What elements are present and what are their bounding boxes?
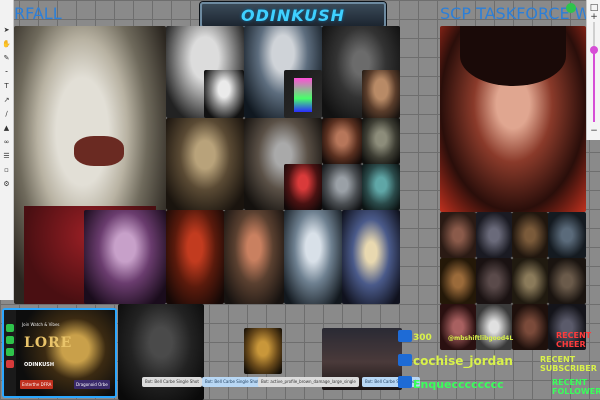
widget-status-icon	[6, 324, 14, 332]
image-steampunk-face[interactable]	[322, 164, 362, 210]
image-right-grid-10[interactable]	[476, 304, 512, 350]
image-right-grid-9[interactable]	[440, 304, 476, 350]
zoom-out-icon[interactable]: −	[589, 126, 599, 136]
donation-icon	[398, 376, 412, 388]
stream-overlay-widget[interactable]: Join Watch & Vibes LORE ODINKUSH Enterth…	[2, 308, 117, 398]
brush-icon[interactable]: ⁃	[2, 68, 12, 76]
alien-mouth	[74, 136, 124, 166]
zoom-slider-thumb[interactable]	[590, 46, 598, 54]
widget-status-icon	[6, 336, 14, 344]
stream-canvas: { "header": { "title": "ODINKUSH", "left…	[0, 0, 600, 400]
bot-tag[interactable]: Bot: Bell Carbe Single Shot	[142, 377, 202, 387]
text-icon[interactable]: T	[2, 82, 12, 90]
user-icon	[398, 354, 412, 366]
bot-tag[interactable]: Bot: active_profile_brown_damage_large_s…	[258, 377, 359, 387]
recent-follower-label: RECENT FOLLOWER	[552, 378, 600, 396]
image-right-grid-6[interactable]	[476, 258, 512, 304]
shape-icon[interactable]: ▲	[2, 124, 12, 132]
right-controls: □ + −	[586, 0, 600, 140]
image-right-grid-4[interactable]	[548, 212, 586, 258]
eraser-icon[interactable]: ▫	[2, 166, 12, 174]
widget-badge-left[interactable]: Enterthe DFRA	[20, 380, 54, 389]
image-purple-old-man[interactable]	[84, 210, 166, 304]
zoom-slider[interactable]	[590, 22, 598, 122]
settings-icon[interactable]: ⚙	[2, 180, 12, 188]
image-teal-ghoul[interactable]	[362, 164, 400, 210]
recent-subscriber-label: RECENT SUBSCRIBER	[540, 355, 597, 373]
status-dot	[566, 3, 576, 13]
image-right-grid-5[interactable]	[440, 258, 476, 304]
line-icon[interactable]: ∕	[2, 110, 12, 118]
image-crowned-skull[interactable]	[166, 118, 244, 210]
alert-count: 300	[413, 333, 432, 343]
image-white-woman[interactable]	[204, 70, 244, 118]
image-armored-woman[interactable]	[224, 210, 284, 304]
header-banner: ODINKUSH	[200, 2, 386, 28]
image-right-grid-2[interactable]	[476, 212, 512, 258]
alert-username: cochise_jordan	[413, 354, 513, 368]
link-icon[interactable]: ∞	[2, 138, 12, 146]
pointer-icon[interactable]: ➤	[2, 26, 12, 34]
image-neon-figure[interactable]	[284, 70, 322, 118]
image-mask-figure[interactable]	[322, 118, 362, 164]
zoom-slider-fill	[593, 50, 595, 122]
zoom-in-icon[interactable]: +	[589, 12, 599, 22]
image-right-grid-1[interactable]	[440, 212, 476, 258]
left-board-title: RFALL	[14, 4, 62, 23]
neon-figure-shape	[294, 78, 312, 112]
page-title: ODINKUSH	[241, 5, 345, 25]
vampire-hair	[460, 26, 566, 86]
widget-tagline: Join Watch & Vibes	[22, 322, 60, 327]
stack-icon[interactable]: ☰	[2, 152, 12, 160]
image-right-grid-11[interactable]	[512, 304, 548, 350]
widget-live-icon	[6, 360, 14, 368]
widget-logo: LORE	[24, 335, 73, 351]
image-right-grid-8[interactable]	[548, 258, 586, 304]
widget-badge-right[interactable]: Dragonoid Orbe	[74, 380, 110, 389]
widget-brand: ODINKUSH	[24, 362, 55, 368]
hand-icon[interactable]: ✋	[2, 40, 12, 48]
pen-icon[interactable]: ✎	[2, 54, 12, 62]
alert-donor: @mbshiftlibgood4L	[448, 335, 514, 342]
image-right-grid-3[interactable]	[512, 212, 548, 258]
image-right-grid-7[interactable]	[512, 258, 548, 304]
recent-cheer-label: RECENT CHEER	[556, 331, 592, 349]
image-red-demon[interactable]	[166, 210, 224, 304]
widget-sidebar	[4, 310, 16, 396]
arrow-icon[interactable]: ↗	[2, 96, 12, 104]
image-gold-mask[interactable]	[244, 328, 282, 374]
image-vampire-portrait[interactable]	[440, 26, 586, 212]
alert-donation: Enquecccccccc	[413, 378, 504, 391]
image-cyborg-lights[interactable]	[342, 210, 400, 304]
image-old-man[interactable]	[362, 70, 400, 118]
follow-icon	[398, 330, 412, 342]
image-gold-skull[interactable]	[362, 118, 400, 164]
left-toolbar: ➤ ✋ ✎ ⁃ T ↗ ∕ ▲ ∞ ☰ ▫ ⚙	[0, 0, 14, 300]
image-cyborg-white[interactable]	[284, 210, 342, 304]
image-red-skull[interactable]	[284, 164, 322, 210]
widget-status-icon	[6, 348, 14, 356]
bot-tag[interactable]: Bot: Bell Carbe Single Shot	[202, 377, 262, 387]
